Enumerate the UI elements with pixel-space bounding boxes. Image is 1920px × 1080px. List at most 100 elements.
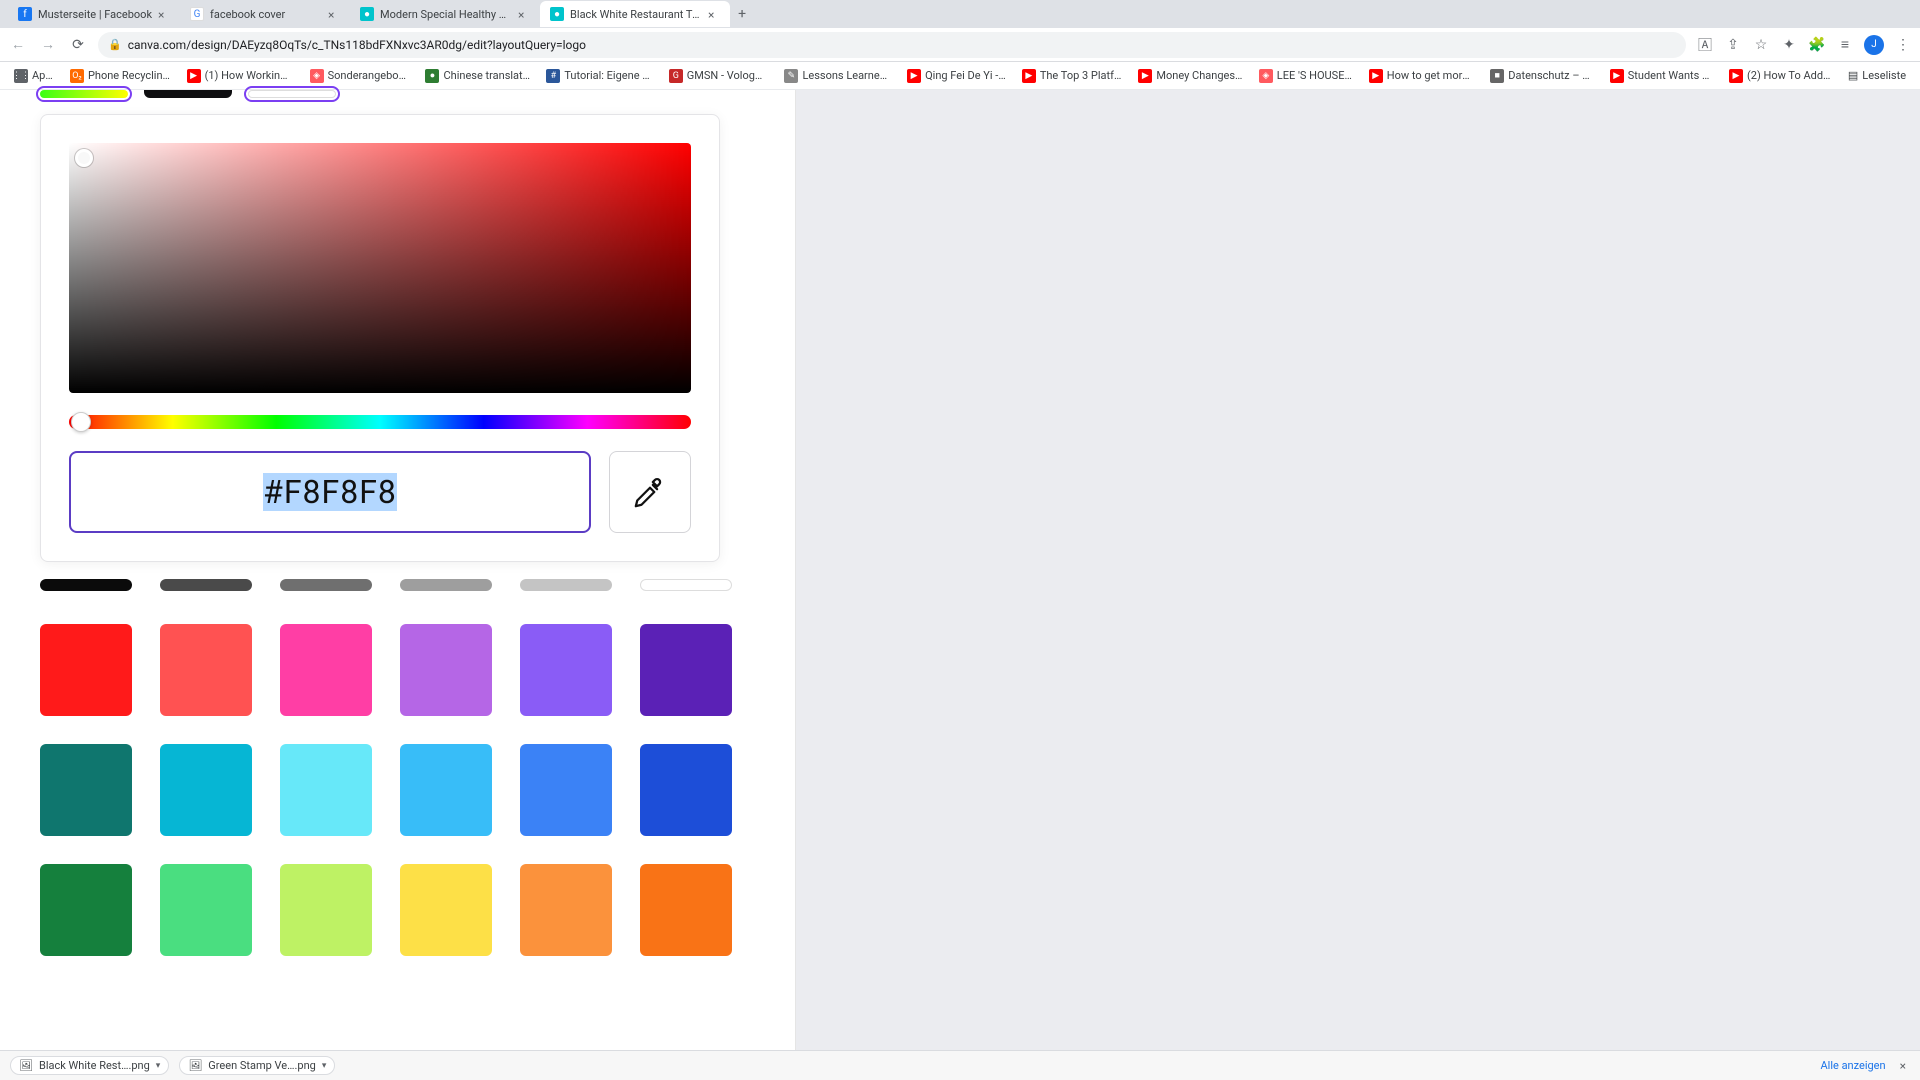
bookmark-item[interactable]: ▶ The Top 3 Platfor…	[1016, 65, 1129, 87]
swatch[interactable]	[520, 744, 612, 836]
translate-icon[interactable]: 🄰	[1696, 36, 1714, 54]
browser-tab[interactable]: f Musterseite | Facebook ×	[8, 1, 180, 27]
design-canvas[interactable]	[796, 90, 1920, 1050]
swatch[interactable]	[280, 579, 372, 591]
bookmark-favicon-icon: ⋮⋮	[14, 69, 28, 83]
swatch[interactable]	[40, 624, 132, 716]
swatch[interactable]	[400, 864, 492, 956]
swatch[interactable]	[400, 744, 492, 836]
browser-tab-active[interactable]: ● Black White Restaurant Typog ×	[540, 1, 730, 27]
swatch[interactable]	[280, 624, 372, 716]
bookmark-item[interactable]: O₂Phone Recycling …	[64, 65, 177, 87]
swatch[interactable]	[160, 624, 252, 716]
profile-avatar[interactable]: J	[1864, 35, 1884, 55]
download-item[interactable]: 🖼 Black White Rest….png ▾	[10, 1056, 169, 1075]
sv-thumb[interactable]	[75, 149, 93, 167]
share-icon[interactable]: ⇪	[1724, 36, 1742, 54]
selected-swatch[interactable]	[40, 90, 128, 98]
swatch[interactable]	[640, 864, 732, 956]
bookmark-item[interactable]: ▶ (2) How To Add A…	[1723, 65, 1838, 87]
chevron-down-icon[interactable]: ▾	[322, 1061, 327, 1071]
chevron-down-icon[interactable]: ▾	[156, 1061, 161, 1071]
bookmark-favicon-icon: ▶	[1022, 69, 1036, 83]
close-icon[interactable]: ×	[708, 8, 720, 20]
swatch[interactable]	[400, 579, 492, 591]
url-field[interactable]: 🔒 canva.com/design/DAEyzq8OqTs/c_TNs118b…	[98, 32, 1686, 58]
extensions-icon[interactable]: ✦	[1780, 36, 1798, 54]
toolbar-right: 🄰 ⇪ ☆ ✦ 🧩 ≡ J ⋮	[1696, 35, 1912, 55]
bookmark-item[interactable]: ◈Sonderangebot | …	[304, 65, 416, 87]
close-icon[interactable]: ×	[328, 8, 340, 20]
bookmark-item[interactable]: ■Datenschutz – Re…	[1484, 65, 1600, 87]
bookmark-item[interactable]: ▶(1) How Working a…	[181, 65, 300, 87]
tab-title: Musterseite | Facebook	[38, 8, 152, 21]
bookmark-label: Student Wants an…	[1628, 69, 1713, 82]
bookmark-favicon-icon: G	[669, 69, 683, 83]
swatch[interactable]	[40, 864, 132, 956]
hue-slider[interactable]	[69, 415, 691, 429]
forward-button[interactable]: →	[38, 35, 58, 55]
swatch[interactable]	[40, 744, 132, 836]
swatch[interactable]	[400, 624, 492, 716]
tab-title: facebook cover	[210, 8, 322, 21]
hex-row	[69, 451, 691, 533]
swatch[interactable]	[40, 579, 132, 591]
selected-swatch[interactable]	[144, 90, 232, 98]
eyedropper-icon	[633, 475, 667, 509]
swatch[interactable]	[160, 744, 252, 836]
swatch[interactable]	[280, 864, 372, 956]
bookmark-item[interactable]: ⋮⋮Apps	[8, 65, 60, 87]
favicon-facebook-icon: f	[18, 7, 32, 21]
bookmark-favicon-icon: ▶	[187, 69, 201, 83]
selected-swatch[interactable]	[248, 90, 336, 98]
saturation-value-area[interactable]	[69, 143, 691, 393]
swatch[interactable]	[160, 579, 252, 591]
bookmark-item[interactable]: ▶Qing Fei De Yi - Y…	[901, 65, 1012, 87]
browser-tab[interactable]: ● Modern Special Healthy Food ×	[350, 1, 540, 27]
bookmark-item[interactable]: ●Chinese translatio…	[419, 65, 536, 87]
download-item[interactable]: 🖼 Green Stamp Ve….png ▾	[179, 1056, 335, 1075]
reading-list-icon[interactable]: ≡	[1836, 36, 1854, 54]
close-icon[interactable]: ×	[1896, 1059, 1910, 1073]
swatch[interactable]	[160, 864, 252, 956]
bookmark-item[interactable]: #Tutorial: Eigene Fa…	[540, 65, 658, 87]
bookmark-label: LEE 'S HOUSE—…	[1277, 69, 1353, 82]
bookmark-item[interactable]: ◈LEE 'S HOUSE—…	[1253, 65, 1359, 87]
swatch[interactable]	[640, 579, 732, 591]
puzzle-icon[interactable]: 🧩	[1808, 36, 1826, 54]
bookmark-star-icon[interactable]: ☆	[1752, 36, 1770, 54]
url-text: canva.com/design/DAEyzq8OqTs/c_TNs118bdF…	[128, 38, 586, 52]
back-button[interactable]: ←	[8, 35, 28, 55]
bookmark-favicon-icon: ✎	[784, 69, 798, 83]
swatch[interactable]	[520, 864, 612, 956]
swatch[interactable]	[520, 624, 612, 716]
reload-button[interactable]: ⟳	[68, 35, 88, 55]
hex-input[interactable]	[71, 473, 589, 511]
swatch[interactable]	[640, 624, 732, 716]
close-icon[interactable]: ×	[518, 8, 530, 20]
hue-thumb[interactable]	[71, 412, 91, 432]
selected-swatches	[40, 90, 336, 98]
bookmark-item[interactable]: G GMSN - Vologda,…	[663, 65, 775, 87]
bookmark-label: GMSN - Vologda,…	[687, 69, 769, 82]
bookmark-item[interactable]: ▶How to get more v…	[1363, 65, 1481, 87]
reading-list[interactable]: ▤Leseliste	[1842, 69, 1912, 82]
eyedropper-button[interactable]	[609, 451, 691, 533]
swatch[interactable]	[640, 744, 732, 836]
bookmark-label: Sonderangebot | …	[328, 69, 410, 82]
menu-icon[interactable]: ⋮	[1894, 36, 1912, 54]
show-all-downloads[interactable]: Alle anzeigen	[1820, 1059, 1885, 1072]
bookmark-item[interactable]: ▶Student Wants an…	[1604, 65, 1719, 87]
bookmark-label: (2) How To Add A…	[1747, 69, 1832, 82]
bookmark-label: Qing Fei De Yi - Y…	[925, 69, 1006, 82]
swatch[interactable]	[520, 579, 612, 591]
browser-tab[interactable]: G facebook cover ×	[180, 1, 350, 27]
bookmark-label: The Top 3 Platfor…	[1040, 69, 1123, 82]
bookmark-favicon-icon: ▶	[1729, 69, 1743, 83]
bookmark-item[interactable]: ✎Lessons Learned f…	[778, 65, 897, 87]
bookmark-item[interactable]: ▶Money Changes E…	[1132, 65, 1248, 87]
swatch[interactable]	[280, 744, 372, 836]
new-tab-button[interactable]: +	[730, 2, 754, 26]
bookmark-label: How to get more v…	[1387, 69, 1475, 82]
close-icon[interactable]: ×	[158, 8, 170, 20]
